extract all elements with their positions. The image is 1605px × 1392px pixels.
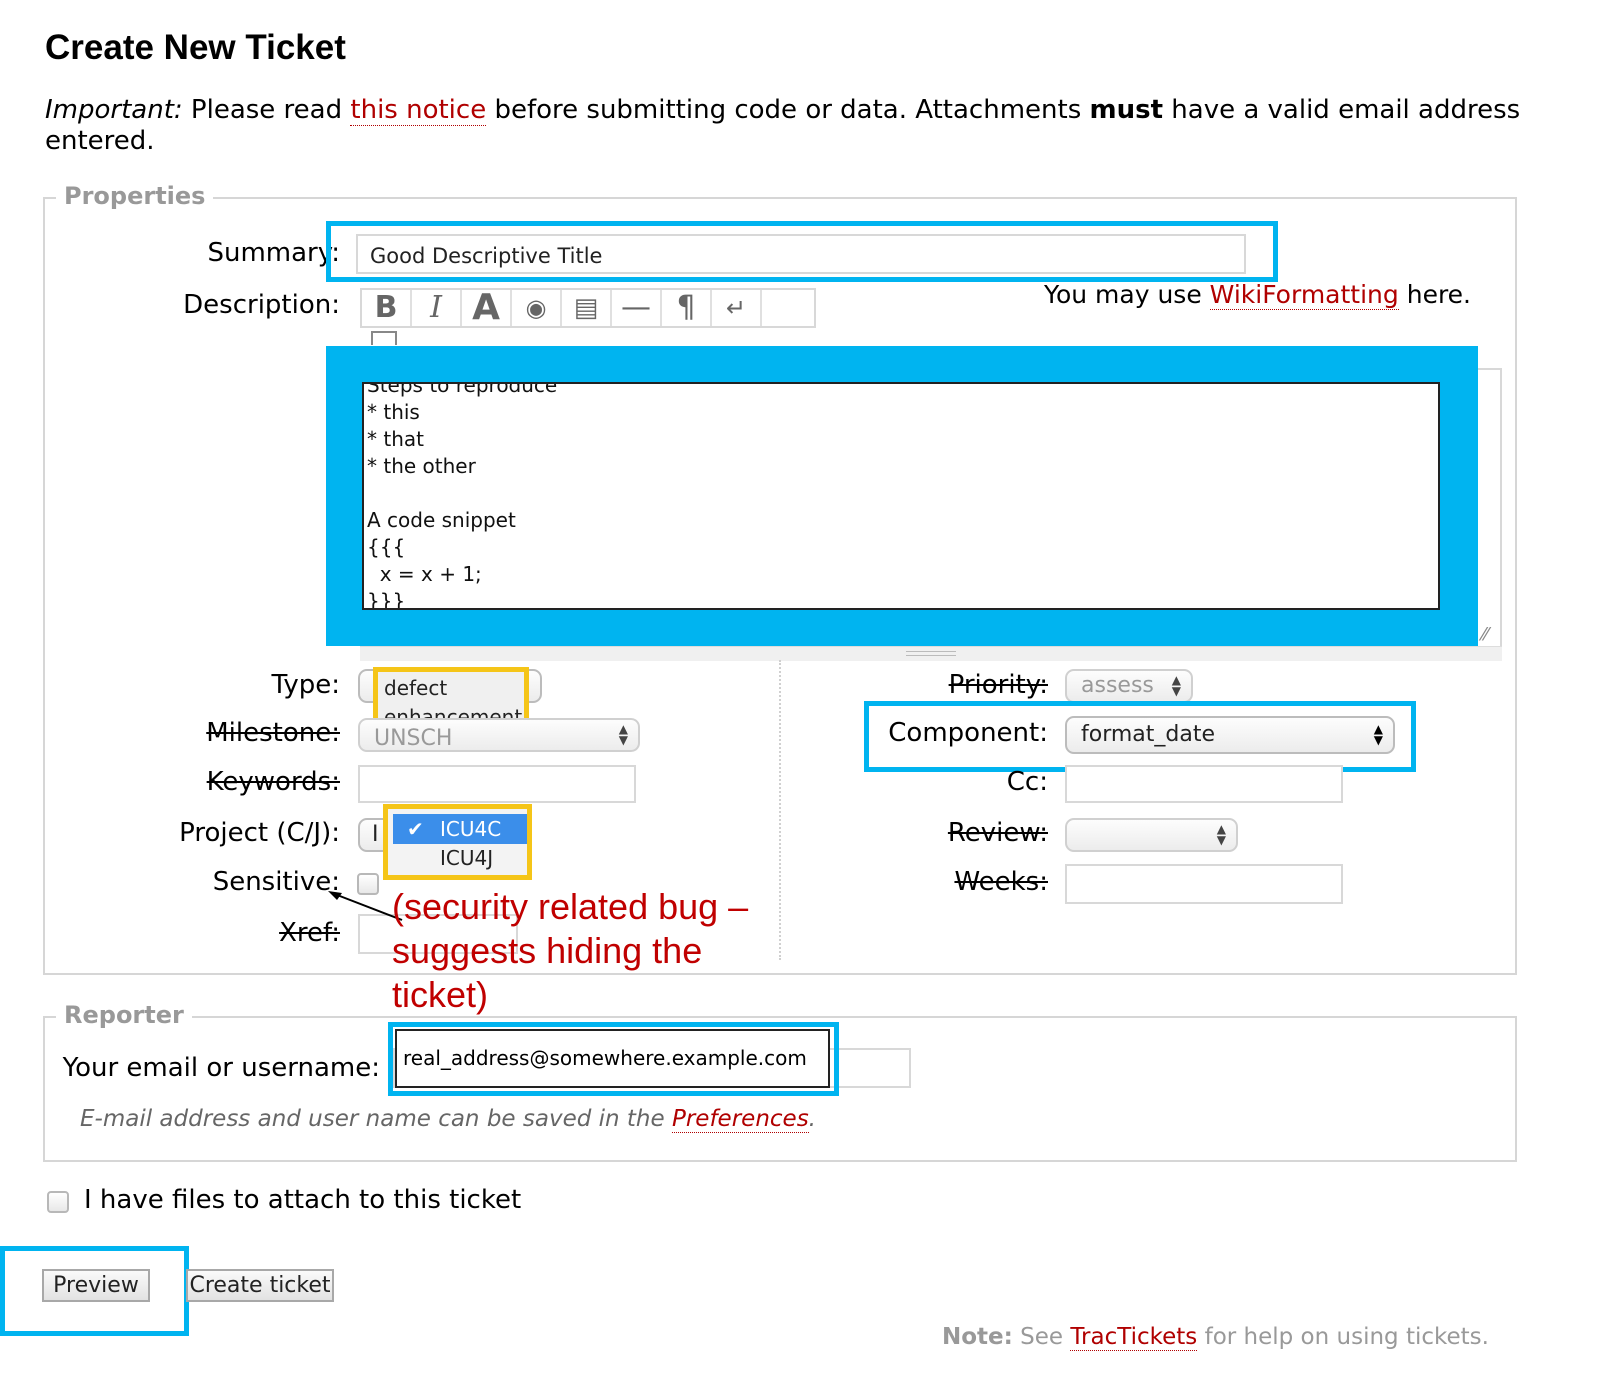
paragraph-icon[interactable]: ¶ [662,290,712,326]
priority-select[interactable]: assess ▲ ▼ [1065,669,1193,703]
review-label: Review: [947,818,1048,848]
description-line: Steps to reproduce [367,382,558,397]
link-globe-icon[interactable]: ◉ [512,290,562,326]
description-line: * this [367,400,420,424]
footer-note: Note: See TracTickets for help on using … [942,1324,1489,1351]
wiki-hint: You may use WikiFormatting here. [1044,280,1472,310]
project-dropdown-highlight: ✔ ICU4C ICU4J [383,804,532,880]
reporter-legend: Reporter [56,1001,192,1029]
summary-label: Summary: [207,238,340,268]
heading-icon[interactable]: A [462,290,512,326]
select-arrows-icon: ▲ ▼ [1216,822,1226,847]
priority-label: Priority: [948,670,1048,700]
project-label: Project (C/J): [179,818,340,848]
type-option-defect[interactable]: defect [384,676,447,700]
footer-note-label: Note: [942,1324,1013,1350]
notice-must: must [1089,95,1164,125]
notice-part1: Please read [190,95,343,125]
keywords-input[interactable] [358,765,636,803]
italic-icon[interactable]: I [412,290,462,326]
wiki-toolbar: B I A ◉ ▤ — ¶ ↵ [360,288,816,328]
weeks-label: Weeks: [954,867,1048,897]
review-select[interactable]: ▲ ▼ [1065,818,1238,852]
component-highlight [864,701,1416,772]
bold-icon[interactable]: B [362,290,412,326]
page-title: Create New Ticket [45,28,346,67]
milestone-select[interactable]: UNSCH ▲ ▼ [358,718,640,752]
description-line: {{{ [367,535,406,559]
description-line: * the other [367,454,476,478]
tractickets-link[interactable]: TracTickets [1070,1324,1198,1351]
notice-link[interactable]: this notice [350,95,487,126]
checkmark-icon: ✔ [407,817,424,841]
reporter-hint-post: . [808,1106,816,1132]
notice-part2: before submitting code or data. Attachme… [494,95,1082,125]
footer-pre: See [1020,1324,1064,1350]
reporter-hint-pre: E-mail address and user name can be save… [80,1106,665,1132]
summary-highlight [326,221,1278,282]
cc-label: Cc: [1006,767,1048,797]
resize-handle-icon[interactable]: ⁄⁄ [1482,624,1488,645]
properties-legend: Properties [56,182,214,210]
notice-text: Important: Please read this notice befor… [45,95,1565,157]
notice-important: Important: [45,95,183,125]
wiki-hint-post: here. [1406,280,1472,309]
project-option-icu4c-label: ICU4C [440,817,502,841]
attach-checkbox[interactable] [47,1191,69,1213]
description-line [367,480,557,507]
type-label: Type: [271,670,340,700]
description-line: }}} [367,589,406,610]
project-value: I [372,822,379,847]
select-arrows-icon: ▲ ▼ [618,722,628,747]
preferences-link[interactable]: Preferences [671,1106,809,1133]
line-break-icon[interactable]: ↵ [712,290,762,326]
weeks-input[interactable] [1065,864,1343,904]
description-textarea[interactable]: Steps to reproduce * this * that * the othe… [362,382,1440,610]
annotation-text: (security related bug – suggests hiding … [392,886,749,1015]
milestone-value: UNSCH [374,726,453,751]
attach-label: I have files to attach to this ticket [84,1185,522,1215]
wikiformatting-link[interactable]: WikiFormatting [1209,280,1399,310]
cc-input[interactable] [1065,765,1343,803]
reporter-hint: E-mail address and user name can be save… [80,1106,816,1133]
create-ticket-button[interactable]: Create ticket [186,1269,334,1302]
description-label: Description: [183,290,340,320]
horizontal-rule-icon[interactable]: — [612,290,662,326]
project-option-icu4c[interactable]: ✔ ICU4C [393,814,527,844]
priority-value: assess [1081,673,1154,698]
keywords-label: Keywords: [206,767,340,797]
email-input[interactable]: real_address@somewhere.example.com [395,1029,830,1088]
milestone-label: Milestone: [206,718,340,748]
code-block-icon[interactable]: ▤ [562,290,612,326]
image-icon[interactable] [371,331,397,345]
email-label: Your email or username: [62,1053,380,1083]
footer-post: for help on using tickets. [1204,1324,1489,1350]
description-line: * that [367,427,424,451]
select-arrows-icon: ▲ ▼ [1171,673,1181,698]
description-line: x = x + 1; [367,562,482,586]
sensitive-label: Sensitive: [212,867,340,897]
grip-lines-icon [906,651,956,656]
project-option-icu4j[interactable]: ICU4J [440,846,493,870]
wiki-hint-pre: You may use [1044,280,1202,309]
xref-label: Xref: [279,918,340,948]
description-line: A code snippet [367,508,516,532]
preview-button[interactable]: Preview [42,1269,150,1302]
